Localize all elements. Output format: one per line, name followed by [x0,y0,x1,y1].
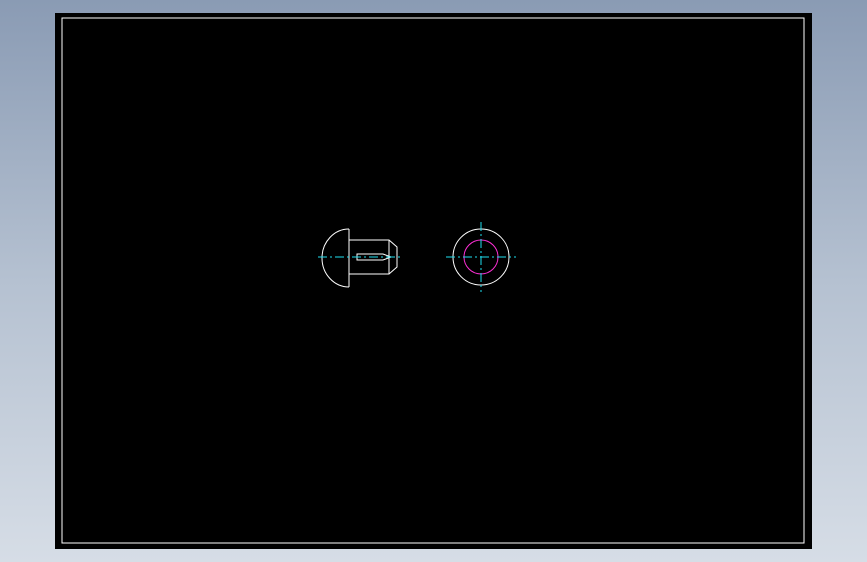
rivet-head-arc [321,228,350,288]
cad-viewport[interactable] [0,0,867,562]
drawing-canvas [61,17,805,544]
side-view [318,228,400,288]
sheet-frame-border [61,17,805,544]
end-view [446,222,516,292]
